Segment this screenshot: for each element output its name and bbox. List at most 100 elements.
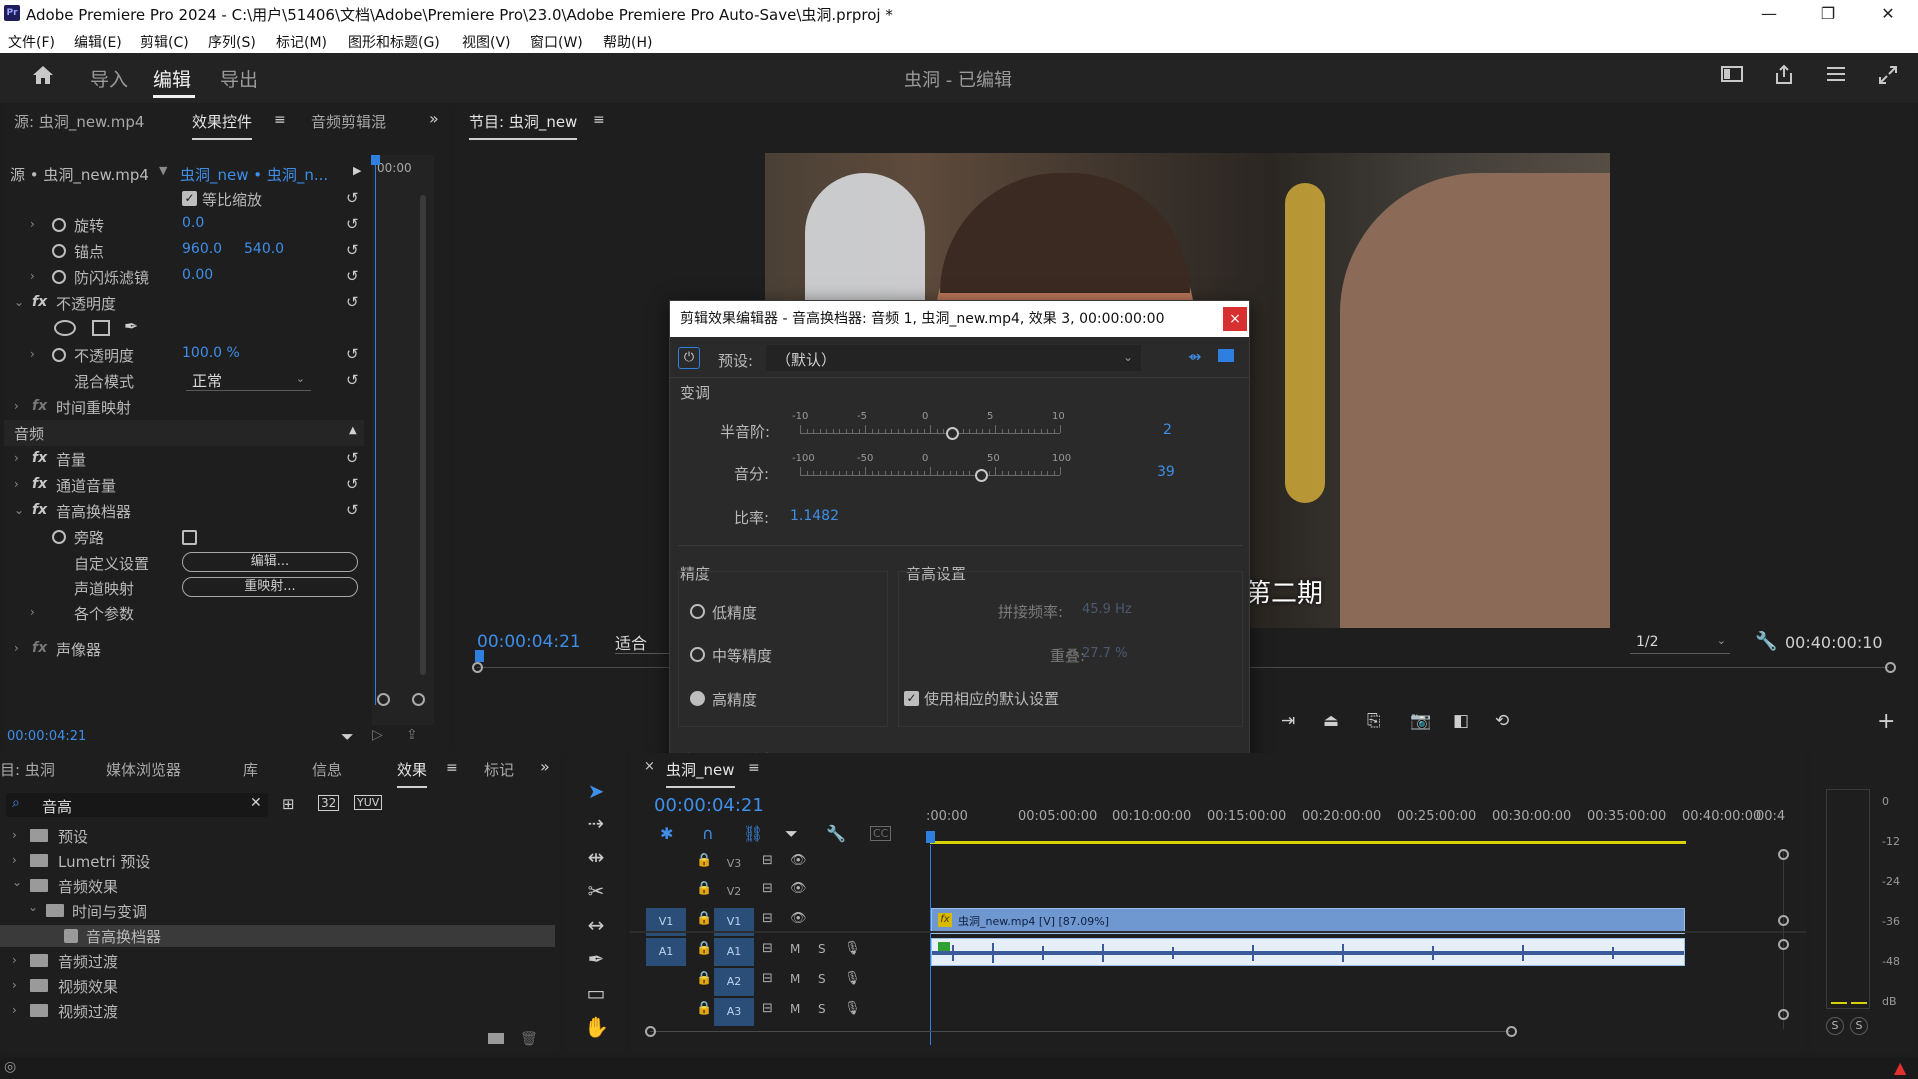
lock-icon[interactable]: 🔒 [696, 941, 712, 956]
effects-search-field[interactable]: ⌕ 音高 ✕ [6, 793, 268, 817]
horizontal-scrollbar[interactable] [650, 1031, 1510, 1032]
solo-button[interactable]: S [818, 942, 826, 956]
sync-lock-icon[interactable]: ⊟ [762, 853, 773, 868]
nest-icon[interactable]: ✱ [660, 824, 673, 843]
chevron-right-icon[interactable]: › [14, 477, 19, 491]
comparison-view-icon[interactable]: ◧ [1453, 711, 1469, 731]
tab-effects[interactable]: 效果 [397, 759, 428, 788]
menu-graphics[interactable]: 图形和标题(G) [348, 32, 440, 52]
export-icon[interactable]: ⇪ [406, 727, 418, 743]
opacity-value[interactable]: 100.0 % [182, 345, 240, 361]
anchor-x-value[interactable]: 960.0 [182, 241, 222, 257]
work-area-bar[interactable] [930, 841, 1686, 844]
source-patch-a1[interactable]: A1 [646, 938, 686, 966]
effect-mini-timeline[interactable]: 00:00 [371, 155, 434, 725]
reset-icon[interactable]: ↺ [346, 267, 364, 285]
anchor-y-value[interactable]: 540.0 [244, 241, 284, 257]
reset-icon[interactable]: ↺ [346, 189, 364, 207]
menu-edit[interactable]: 编辑(E) [74, 32, 122, 52]
antiflicker-value[interactable]: 0.00 [182, 267, 213, 283]
wrench-icon[interactable]: 🔧 [826, 824, 846, 843]
rectangle-mask-icon[interactable] [92, 320, 110, 336]
sync-lock-icon[interactable]: ⊟ [762, 941, 773, 956]
accelerated-effects-icon[interactable]: ⊞ [282, 795, 295, 813]
filter-icon[interactable]: ⏷ [341, 727, 354, 747]
render-status-icon[interactable]: ◎ [4, 1059, 16, 1075]
chevron-right-icon[interactable]: › [14, 451, 19, 465]
menu-window[interactable]: 窗口(W) [530, 32, 583, 52]
more-tabs-icon[interactable]: » [540, 757, 550, 776]
add-button-icon[interactable]: + [1877, 709, 1895, 734]
tab-export[interactable]: 导出 [220, 65, 258, 92]
chevron-right-icon[interactable]: › [30, 217, 35, 231]
tree-item-audio-transitions[interactable]: › 音频过渡 [0, 950, 555, 972]
tree-item-lumetri-presets[interactable]: › Lumetri 预设 [0, 850, 555, 872]
mute-button[interactable]: M [790, 942, 800, 956]
tree-item-video-transitions[interactable]: › 视频过渡 [0, 1000, 555, 1022]
preset-select[interactable]: （默认） ⌄ [766, 345, 1141, 371]
scroll-handle[interactable] [1778, 849, 1789, 860]
uniform-scale-checkbox[interactable]: ✓ [182, 191, 197, 206]
panel-menu-icon[interactable]: ≡ [274, 112, 286, 128]
scrubber-end-handle[interactable] [1885, 662, 1896, 673]
vertical-scrollbar[interactable] [420, 195, 426, 675]
trash-icon[interactable]: 🗑 [520, 1031, 538, 1047]
video-audio-divider[interactable] [630, 931, 1806, 933]
stopwatch-icon[interactable] [52, 218, 66, 232]
yuv-effects-icon[interactable]: YUV [354, 795, 383, 810]
eye-icon[interactable]: 👁 [790, 911, 807, 926]
sync-lock-icon[interactable]: ⊟ [762, 911, 773, 926]
microphone-icon[interactable]: 🎙 [844, 1001, 861, 1016]
semitones-slider[interactable]: -10 -5 0 5 10 [792, 411, 1120, 447]
precision-low-label[interactable]: 低精度 [712, 602, 757, 623]
use-default-checkbox[interactable]: ✓ [904, 691, 919, 706]
extract-icon[interactable]: ⎘ [1367, 711, 1381, 731]
semitones-knob[interactable] [945, 427, 959, 440]
program-timecode-value[interactable]: 00:00:04:21 [477, 632, 581, 652]
audio-clip[interactable] [931, 938, 1685, 966]
panel-menu-icon[interactable]: ≡ [446, 760, 458, 776]
zoom-handle-left[interactable] [377, 693, 390, 706]
save-preset-icon[interactable]: ⇴ [1188, 347, 1201, 366]
lift-icon[interactable]: ⏏ [1323, 711, 1339, 731]
zoom-handle-left[interactable] [645, 1026, 656, 1037]
time-ruler[interactable]: :00:00 00:05:00:00 00:10:00:00 00:15:00:… [926, 809, 1785, 829]
eye-icon[interactable]: 👁 [790, 853, 807, 868]
track-target[interactable]: A3 [714, 998, 754, 1026]
scroll-handle[interactable] [1778, 915, 1789, 926]
solo-button[interactable]: S [818, 972, 826, 986]
maximize-button[interactable]: ❐ [1808, 2, 1848, 26]
linked-selection-icon[interactable]: ⛓ [743, 824, 763, 843]
dialog-close-button[interactable]: × [1223, 307, 1247, 331]
zoom-handle-right[interactable] [412, 693, 425, 706]
collapse-up-icon[interactable]: ▲ [349, 425, 357, 436]
tab-program[interactable]: 节目: 虫洞_new [469, 111, 578, 140]
blend-mode-select[interactable]: 正常 ⌄ [186, 369, 311, 391]
stopwatch-icon[interactable] [52, 530, 66, 544]
cents-slider[interactable]: -100 -50 0 50 100 [792, 453, 1120, 489]
reset-icon[interactable]: ↺ [346, 241, 364, 259]
mute-button[interactable]: M [790, 1002, 800, 1016]
solo-left-button[interactable]: S [1826, 1017, 1844, 1035]
ellipse-mask-icon[interactable] [54, 320, 76, 336]
minimize-button[interactable]: — [1749, 2, 1789, 26]
chevron-right-icon[interactable]: › [14, 399, 19, 413]
edit-button[interactable]: 编辑... [182, 552, 358, 572]
play-arrow-icon[interactable]: ▶ [353, 164, 361, 177]
chevron-right-icon[interactable]: › [30, 347, 35, 361]
slip-tool-icon[interactable]: ↔ [584, 913, 608, 937]
tab-libraries[interactable]: 库 [243, 759, 258, 780]
workspace-menu-icon[interactable] [1822, 64, 1850, 90]
tree-item-audio-effects[interactable]: ⌄ 音频效果 [0, 875, 555, 897]
scroll-handle[interactable] [1778, 939, 1789, 950]
solo-right-button[interactable]: S [1850, 1017, 1868, 1035]
reset-icon[interactable]: ↺ [346, 345, 364, 363]
timeline-playhead[interactable] [926, 831, 935, 843]
playhead-handle[interactable] [371, 155, 380, 165]
chevron-down-icon[interactable]: ⌄ [14, 295, 24, 309]
tab-edit[interactable]: 编辑 [153, 65, 191, 92]
clip-sequence-link[interactable]: 虫洞_new • 虫洞_n... [180, 164, 328, 185]
captions-icon[interactable]: CC [870, 826, 892, 841]
lock-icon[interactable]: 🔒 [696, 1001, 712, 1016]
stopwatch-icon[interactable] [52, 270, 66, 284]
